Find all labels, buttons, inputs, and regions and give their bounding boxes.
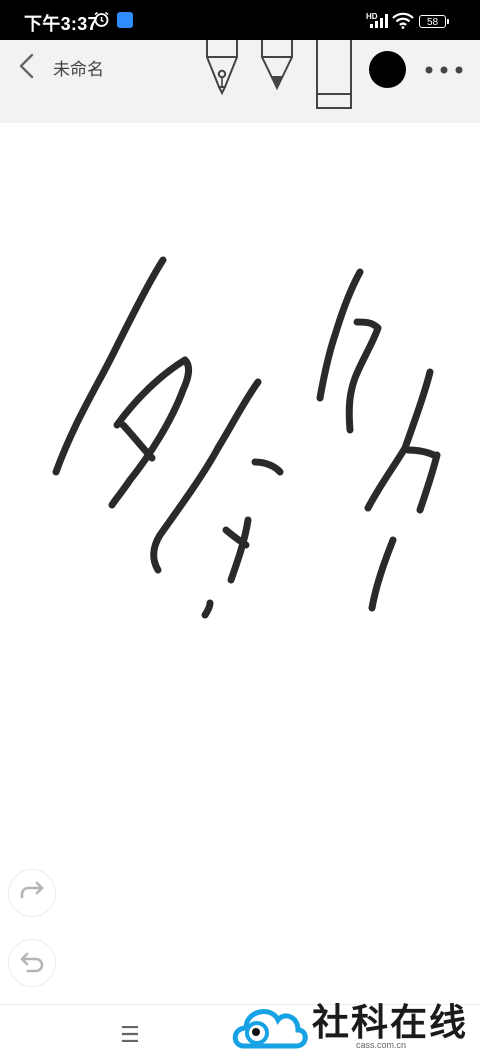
signal-icon xyxy=(370,14,388,28)
document-title: 未命名 xyxy=(53,60,104,79)
toolbar: 未命名 xyxy=(0,40,480,123)
alarm-icon xyxy=(94,11,109,27)
battery-indicator: 58 xyxy=(419,15,449,28)
color-picker-button[interactable] xyxy=(369,51,406,88)
app-notification-icon xyxy=(117,12,133,28)
back-button[interactable] xyxy=(12,50,44,82)
status-time: 下午3:37 xyxy=(24,14,98,34)
redo-icon xyxy=(20,881,43,898)
status-bar: 下午3:37 HD 58 xyxy=(0,0,480,40)
more-options-icon[interactable] xyxy=(424,62,464,78)
menu-button[interactable]: ☰ xyxy=(120,1022,140,1048)
watermark-title: 社科在线 xyxy=(312,1001,468,1044)
drawing-canvas[interactable] xyxy=(0,123,480,1003)
undo-icon xyxy=(20,952,43,972)
watermark-subtitle: cass.com.cn xyxy=(356,1040,407,1050)
marker-pen-tool[interactable] xyxy=(257,40,297,96)
fountain-pen-tool[interactable] xyxy=(202,40,242,98)
handwriting-strokes xyxy=(52,256,441,619)
wifi-icon xyxy=(392,12,414,29)
eraser-tool[interactable] xyxy=(312,40,354,112)
undo-button[interactable] xyxy=(8,939,56,987)
redo-button[interactable] xyxy=(8,869,56,917)
